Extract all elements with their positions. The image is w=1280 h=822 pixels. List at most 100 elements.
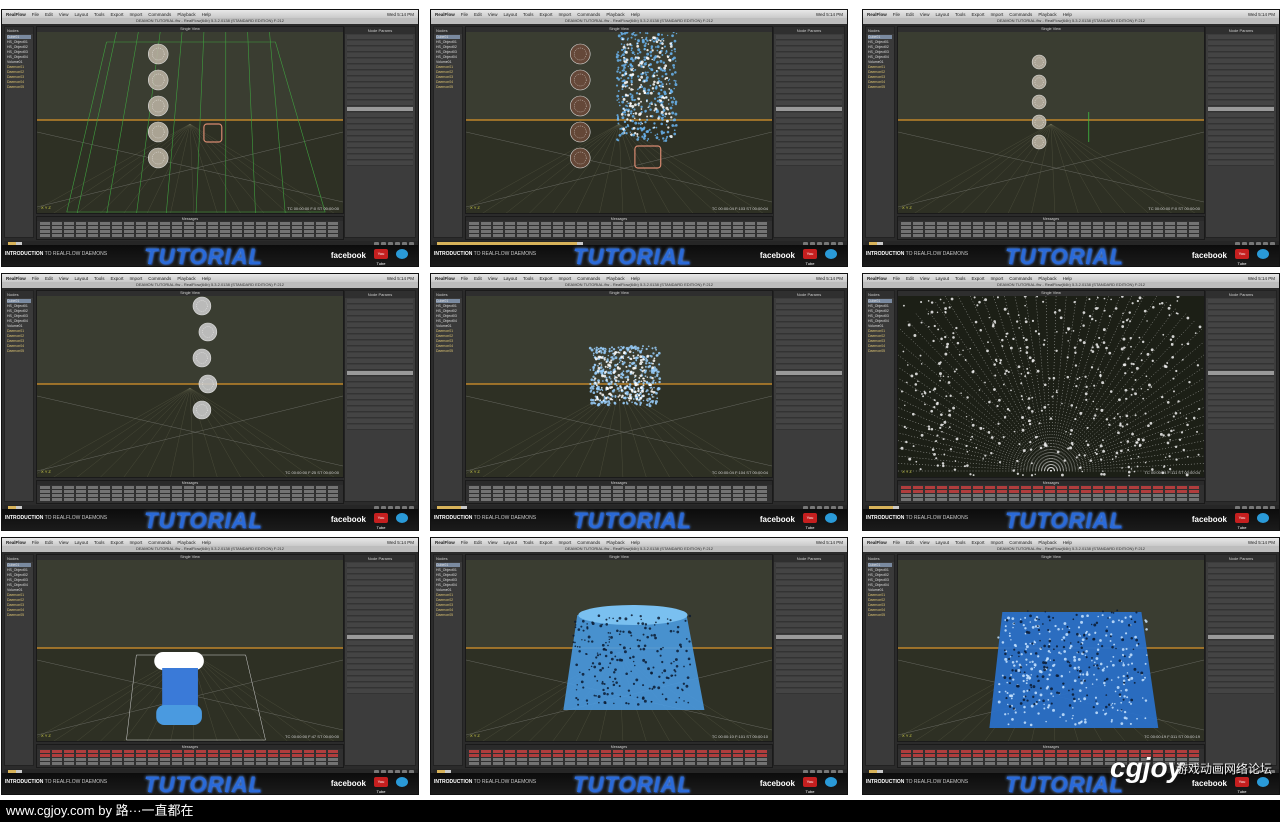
param-row[interactable]: [1208, 161, 1274, 166]
menu-item[interactable]: Help: [202, 276, 211, 281]
param-row[interactable]: [347, 653, 413, 658]
param-row[interactable]: [1208, 413, 1274, 418]
menu-item[interactable]: Export: [540, 12, 553, 17]
param-row[interactable]: [347, 635, 413, 640]
node-list-item[interactable]: HS_Object01: [7, 304, 31, 308]
param-row[interactable]: [776, 131, 842, 136]
node-list-item[interactable]: Daemon01: [868, 329, 892, 333]
node-list-item[interactable]: HS_Object02: [868, 45, 892, 49]
facebook-icon[interactable]: facebook: [760, 779, 795, 788]
param-row[interactable]: [776, 665, 842, 670]
node-list-item[interactable]: Daemon01: [7, 329, 31, 333]
param-row[interactable]: [347, 575, 413, 580]
param-row[interactable]: [776, 407, 842, 412]
node-list-item[interactable]: Volume01: [436, 60, 460, 64]
param-row[interactable]: [347, 161, 413, 166]
twitter-icon[interactable]: [1257, 249, 1269, 259]
menu-item[interactable]: View: [488, 12, 498, 17]
menu-item[interactable]: Edit: [474, 12, 482, 17]
param-row[interactable]: [1208, 683, 1274, 688]
menu-item[interactable]: Playback: [1038, 276, 1056, 281]
menu-item[interactable]: Commands: [148, 540, 171, 545]
param-row[interactable]: [347, 377, 413, 382]
param-row[interactable]: [776, 413, 842, 418]
twitter-icon[interactable]: [825, 777, 837, 787]
param-row[interactable]: [347, 113, 413, 118]
node-list-item[interactable]: HS_Object02: [7, 45, 31, 49]
param-row[interactable]: [776, 593, 842, 598]
menu-item[interactable]: Import: [991, 540, 1004, 545]
param-row[interactable]: [776, 161, 842, 166]
menu-item[interactable]: Help: [202, 540, 211, 545]
node-list-item[interactable]: Daemon05: [7, 349, 31, 353]
menu-item[interactable]: File: [32, 540, 39, 545]
param-row[interactable]: [1208, 599, 1274, 604]
node-list-item[interactable]: Daemon02: [868, 334, 892, 338]
node-list-item[interactable]: HS_Object03: [436, 578, 460, 582]
node-list-item[interactable]: Volume01: [7, 588, 31, 592]
node-list-item[interactable]: HS_Object01: [868, 40, 892, 44]
node-list-item[interactable]: Daemon03: [868, 339, 892, 343]
param-row[interactable]: [776, 119, 842, 124]
menu-item[interactable]: Playback: [1038, 12, 1056, 17]
menu-item[interactable]: Export: [111, 540, 124, 545]
menu-item[interactable]: Export: [111, 12, 124, 17]
param-row[interactable]: [1208, 353, 1274, 358]
param-row[interactable]: [347, 665, 413, 670]
node-list-item[interactable]: Daemon03: [868, 75, 892, 79]
param-row[interactable]: [1208, 407, 1274, 412]
param-row[interactable]: [347, 347, 413, 352]
menu-item[interactable]: Help: [1063, 540, 1072, 545]
node-list-item[interactable]: Daemon01: [436, 593, 460, 597]
youtube-icon[interactable]: You Tube: [803, 777, 817, 794]
node-list-item[interactable]: Cube01: [436, 35, 460, 39]
menu-item[interactable]: Playback: [177, 540, 195, 545]
param-row[interactable]: [776, 377, 842, 382]
menu-item[interactable]: Playback: [1038, 540, 1056, 545]
param-row[interactable]: [1208, 137, 1274, 142]
param-row[interactable]: [347, 83, 413, 88]
param-row[interactable]: [776, 311, 842, 316]
facebook-icon[interactable]: facebook: [1192, 515, 1227, 524]
param-row[interactable]: [776, 341, 842, 346]
node-list-item[interactable]: Daemon01: [868, 65, 892, 69]
youtube-icon[interactable]: You Tube: [803, 513, 817, 530]
menu-item[interactable]: Import: [130, 12, 143, 17]
node-list-item[interactable]: HS_Object03: [868, 50, 892, 54]
param-row[interactable]: [1208, 611, 1274, 616]
youtube-icon[interactable]: You Tube: [374, 513, 388, 530]
param-row[interactable]: [776, 389, 842, 394]
menu-item[interactable]: Export: [972, 540, 985, 545]
param-row[interactable]: [1208, 641, 1274, 646]
menu-item[interactable]: Layout: [503, 12, 517, 17]
node-list-item[interactable]: Daemon05: [868, 349, 892, 353]
param-row[interactable]: [347, 599, 413, 604]
viewport[interactable]: Single View X Y Z TC 00:00:04 F:104 ST 00:…: [465, 290, 773, 478]
param-row[interactable]: [347, 155, 413, 160]
param-row[interactable]: [1208, 677, 1274, 682]
param-row[interactable]: [347, 611, 413, 616]
param-row[interactable]: [347, 629, 413, 634]
menu-item[interactable]: Tools: [94, 540, 105, 545]
twitter-icon[interactable]: [396, 249, 408, 259]
node-list-item[interactable]: HS_Object04: [7, 319, 31, 323]
param-row[interactable]: [776, 101, 842, 106]
node-list-item[interactable]: Daemon04: [436, 80, 460, 84]
menu-item[interactable]: File: [461, 540, 468, 545]
param-row[interactable]: [1208, 569, 1274, 574]
param-row[interactable]: [1208, 71, 1274, 76]
param-row[interactable]: [776, 41, 842, 46]
menu-item[interactable]: File: [893, 540, 900, 545]
param-row[interactable]: [1208, 101, 1274, 106]
param-row[interactable]: [1208, 671, 1274, 676]
menu-item[interactable]: View: [488, 276, 498, 281]
node-list-item[interactable]: HS_Object01: [868, 304, 892, 308]
menu-item[interactable]: View: [59, 540, 69, 545]
menu-item[interactable]: Layout: [935, 540, 949, 545]
param-row[interactable]: [776, 359, 842, 364]
menu-item[interactable]: Export: [972, 12, 985, 17]
param-row[interactable]: [776, 53, 842, 58]
param-row[interactable]: [347, 605, 413, 610]
youtube-icon[interactable]: You Tube: [1235, 513, 1249, 530]
param-row[interactable]: [347, 563, 413, 568]
